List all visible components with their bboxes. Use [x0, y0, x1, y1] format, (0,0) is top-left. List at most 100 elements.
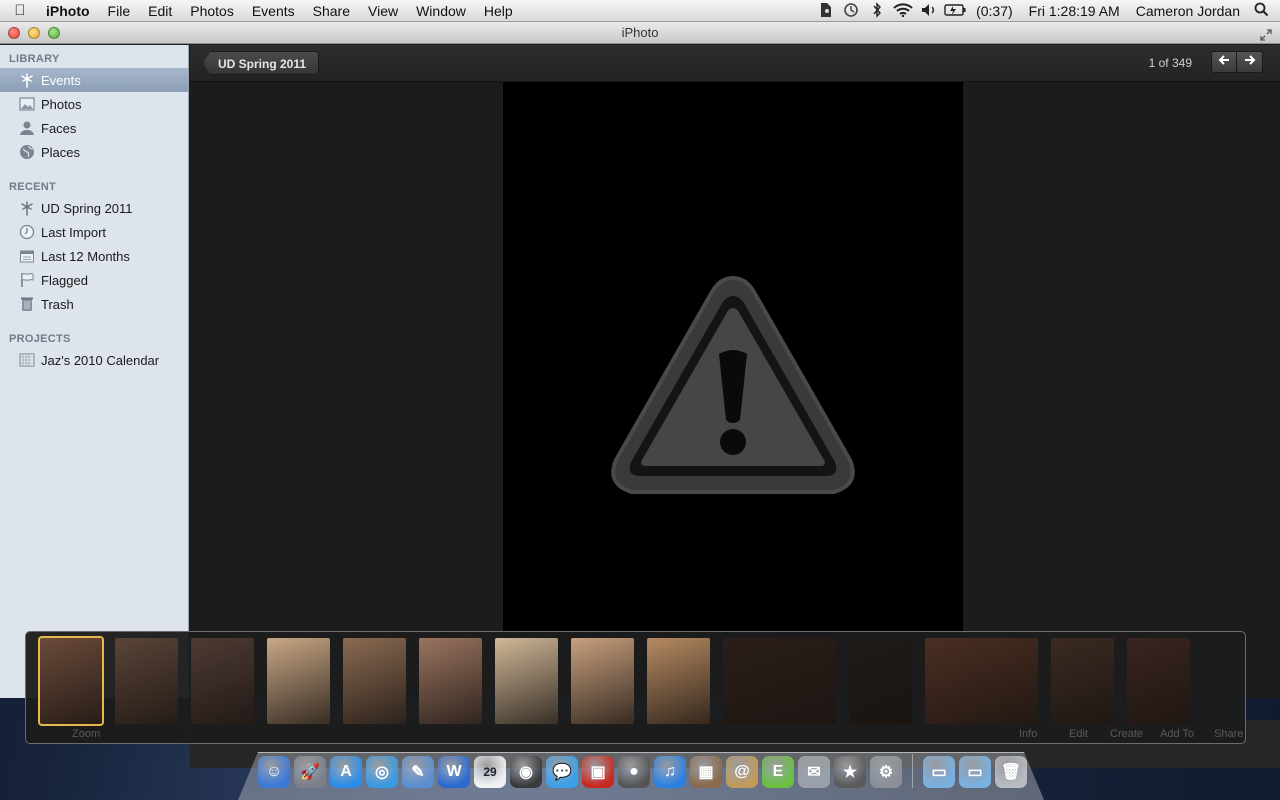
battery-icon[interactable]: [942, 3, 968, 19]
photo-booth-icon[interactable]: ▣: [582, 756, 614, 788]
share-label[interactable]: Share: [1214, 728, 1243, 740]
sidebar-item-last-import[interactable]: Last Import: [0, 220, 188, 244]
menu-events[interactable]: Events: [243, 3, 304, 19]
menu-file[interactable]: File: [99, 3, 140, 19]
spotlight-icon[interactable]: [1248, 2, 1274, 20]
trash-icon[interactable]: 🗑: [995, 756, 1027, 788]
sidebar-item-events[interactable]: Events: [0, 68, 188, 92]
app-store-icon[interactable]: A: [330, 756, 362, 788]
status-area: (0:37) Fri 1:28:19 AM Cameron Jordan: [812, 0, 1280, 22]
word-icon[interactable]: W: [438, 756, 470, 788]
clock[interactable]: Fri 1:28:19 AM: [1021, 3, 1128, 19]
preview-icon[interactable]: ✎: [402, 756, 434, 788]
evernote-icon[interactable]: [812, 2, 838, 21]
finder-icon[interactable]: ☺: [258, 756, 290, 788]
arrow-left-icon[interactable]: [1211, 51, 1237, 73]
address-book-icon[interactable]: @: [726, 756, 758, 788]
documents-folder-icon[interactable]: ▭: [959, 756, 991, 788]
sidebar-item-label: Events: [41, 72, 81, 88]
menu-help[interactable]: Help: [475, 3, 522, 19]
battery-time[interactable]: (0:37): [968, 3, 1021, 19]
sidebar-item-trash[interactable]: Trash: [0, 292, 188, 316]
palm-tree-icon: [18, 72, 36, 88]
projects-header: PROJECTS: [9, 333, 71, 345]
sidebar-item-last-12-months[interactable]: Last 12 Months: [0, 244, 188, 268]
photo-navigation: [1211, 51, 1263, 73]
filmstrip-thumbnail[interactable]: [267, 638, 330, 724]
photo-frame[interactable]: [503, 82, 963, 698]
filmstrip-thumbnail[interactable]: [647, 638, 710, 724]
calendar-project-icon: [18, 352, 36, 368]
messages-icon[interactable]: 💬: [546, 756, 578, 788]
wifi-icon[interactable]: [890, 2, 916, 20]
menu-photos[interactable]: Photos: [181, 3, 243, 19]
applications-folder-icon[interactable]: ▭: [923, 756, 955, 788]
sidebar-item-ud-spring-2011[interactable]: UD Spring 2011: [0, 196, 188, 220]
menu-window[interactable]: Window: [407, 3, 475, 19]
calendar-icon[interactable]: 29: [474, 756, 506, 788]
zoom-label[interactable]: Zoom: [72, 728, 100, 740]
filmstrip-thumbnail[interactable]: [1127, 638, 1190, 724]
filmstrip-thumbnail[interactable]: [343, 638, 406, 724]
minimize-button[interactable]: [28, 27, 40, 39]
facetime-icon[interactable]: ●: [618, 756, 650, 788]
sidebar-item-flagged[interactable]: Flagged: [0, 268, 188, 292]
sidebar-item-photos[interactable]: Photos: [0, 92, 188, 116]
imovie-icon[interactable]: ★: [834, 756, 866, 788]
image-capture-icon[interactable]: ✉: [798, 756, 830, 788]
filmstrip-thumbnail[interactable]: [1051, 638, 1114, 724]
add-to-label[interactable]: Add To: [1160, 728, 1194, 740]
breadcrumb-back-button[interactable]: UD Spring 2011: [203, 51, 320, 75]
filmstrip[interactable]: [25, 631, 1246, 744]
create-label[interactable]: Create: [1110, 728, 1143, 740]
user-name[interactable]: Cameron Jordan: [1128, 3, 1248, 19]
zoom-button[interactable]: [48, 27, 60, 39]
filmstrip-thumbnail[interactable]: [191, 638, 254, 724]
arrow-right-icon[interactable]: [1237, 51, 1263, 73]
close-button[interactable]: [8, 27, 20, 39]
photo-counter: 1 of 349: [1148, 56, 1192, 70]
person-icon: [18, 120, 36, 136]
library-header: LIBRARY: [9, 53, 60, 65]
apple-icon[interactable]: : [0, 2, 40, 19]
title-bar[interactable]: iPhoto: [0, 22, 1280, 44]
filmstrip-thumbnail[interactable]: [115, 638, 178, 724]
volume-icon[interactable]: [916, 3, 942, 20]
iphoto-icon[interactable]: ▦: [690, 756, 722, 788]
flag-icon: [18, 272, 36, 288]
photo-viewer[interactable]: [190, 82, 1280, 698]
filmstrip-thumbnail[interactable]: [571, 638, 634, 724]
dashboard-icon[interactable]: ◉: [510, 756, 542, 788]
filmstrip-thumbnail[interactable]: [849, 638, 912, 724]
sidebar-item-label: Flagged: [41, 272, 88, 288]
sidebar: LIBRARY Events Photos Faces Places RECEN…: [0, 45, 189, 698]
sidebar-item-places[interactable]: Places: [0, 140, 188, 164]
menu-edit[interactable]: Edit: [139, 3, 181, 19]
bluetooth-icon[interactable]: [864, 1, 890, 21]
evernote-icon[interactable]: E: [762, 756, 794, 788]
launchpad-icon[interactable]: 🚀: [294, 756, 326, 788]
recent-header: RECENT: [9, 181, 57, 193]
sidebar-item-faces[interactable]: Faces: [0, 116, 188, 140]
sidebar-item-label: Photos: [41, 96, 82, 112]
filmstrip-thumbnail[interactable]: [723, 638, 836, 724]
safari-icon[interactable]: ◎: [366, 756, 398, 788]
system-preferences-icon[interactable]: ⚙: [870, 756, 902, 788]
info-label[interactable]: Info: [1019, 728, 1037, 740]
filmstrip-thumbnail[interactable]: [38, 636, 104, 726]
photo-icon: [18, 96, 36, 112]
warning-icon: [611, 275, 855, 494]
filmstrip-thumbnail[interactable]: [495, 638, 558, 724]
itunes-icon[interactable]: ♫: [654, 756, 686, 788]
time-machine-icon[interactable]: [838, 2, 864, 21]
sidebar-item-jazs-2010-calendar[interactable]: Jaz's 2010 Calendar: [0, 348, 188, 372]
filmstrip-thumbnail[interactable]: [925, 638, 1038, 724]
menu-view[interactable]: View: [359, 3, 407, 19]
window-title: iPhoto: [621, 25, 659, 40]
menu-share[interactable]: Share: [304, 3, 359, 19]
edit-label[interactable]: Edit: [1069, 728, 1088, 740]
globe-icon: [18, 144, 36, 160]
menu-app-name[interactable]: iPhoto: [40, 3, 99, 19]
filmstrip-thumbnail[interactable]: [419, 638, 482, 724]
window-controls: [8, 27, 60, 39]
